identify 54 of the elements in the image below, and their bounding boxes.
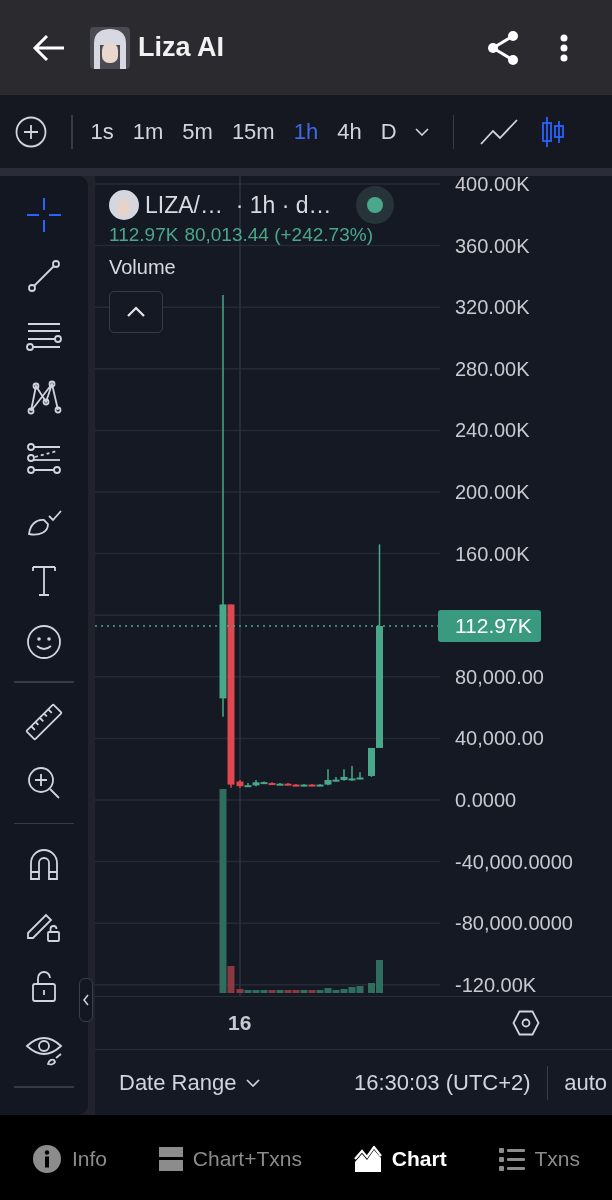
back-icon[interactable]: [32, 33, 66, 62]
timezone-clock[interactable]: 16:30:03 (UTC+2): [353, 1069, 531, 1096]
candlestick-icon[interactable]: [540, 115, 567, 148]
price-axis-label: 200.00K: [455, 480, 530, 505]
interval-tab[interactable]: 1h: [285, 114, 327, 149]
info-icon: [31, 1143, 62, 1174]
area-chart-icon: [353, 1145, 382, 1172]
volume-label: Volume: [109, 256, 176, 279]
token-avatar: [109, 190, 139, 220]
caret-icon: [246, 1078, 261, 1087]
last-price: 112.97K: [109, 224, 179, 246]
price-axis-label: 0.0000: [455, 788, 517, 813]
nav-tab[interactable]: Info: [27, 1115, 111, 1200]
price-axis-label: -80,000.0000: [455, 911, 573, 937]
more-icon[interactable]: [560, 33, 568, 62]
price-axis-label: 360.00K: [455, 233, 530, 259]
chevron-left-icon: [83, 994, 89, 1006]
price-axis-label: 400.00K: [455, 176, 530, 197]
nav-tab[interactable]: Txns: [494, 1115, 584, 1200]
price-axis-label: -120.00K: [455, 972, 537, 996]
interval-tab[interactable]: 4h: [329, 114, 370, 149]
price-change: 80,013.44 (+242.73%): [184, 224, 373, 246]
split-view-icon: [158, 1146, 183, 1171]
price-axis-label: -40,000.0000: [455, 849, 573, 875]
interval-tab[interactable]: 1m: [124, 114, 172, 149]
app-title: Liza AI: [138, 32, 224, 63]
current-price-label: 112.97K: [438, 610, 541, 643]
price-axis-label: 40,000.00: [455, 726, 544, 752]
add-icon[interactable]: [15, 115, 47, 148]
auto-scale-button[interactable]: auto: [564, 1069, 607, 1096]
caret-icon[interactable]: [414, 127, 429, 136]
interval-tab[interactable]: 1s: [82, 114, 122, 149]
interval-tab[interactable]: 15m: [223, 114, 283, 149]
symbol-label: LIZA/… · 1h · d…: [145, 191, 332, 219]
nav-tab[interactable]: Chart: [349, 1115, 451, 1200]
date-range-dropdown[interactable]: Date Range: [119, 1069, 261, 1096]
collapse-button[interactable]: [79, 978, 93, 1022]
price-axis-label: 80,000.00: [455, 664, 544, 690]
interval-tab[interactable]: D: [372, 114, 405, 149]
ruler-icon[interactable]: [24, 702, 64, 742]
list-icon: [498, 1146, 525, 1171]
share-icon[interactable]: [486, 29, 520, 66]
interval-tab[interactable]: 5m: [174, 114, 221, 149]
nav-tab[interactable]: Chart+Txns: [154, 1115, 306, 1200]
price-axis-label: 240.00K: [455, 418, 530, 444]
time-axis-label: 16: [228, 1011, 252, 1035]
avatar: [90, 26, 130, 69]
chevron-up-icon: [126, 306, 146, 318]
price-axis-label: 280.00K: [455, 356, 530, 382]
price-axis-label: 320.00K: [455, 295, 530, 321]
settings-icon[interactable]: [512, 1010, 540, 1036]
collapse-legend-button[interactable]: [109, 291, 163, 333]
line-chart-icon[interactable]: [480, 118, 519, 145]
price-axis-label: 160.00K: [455, 541, 530, 567]
